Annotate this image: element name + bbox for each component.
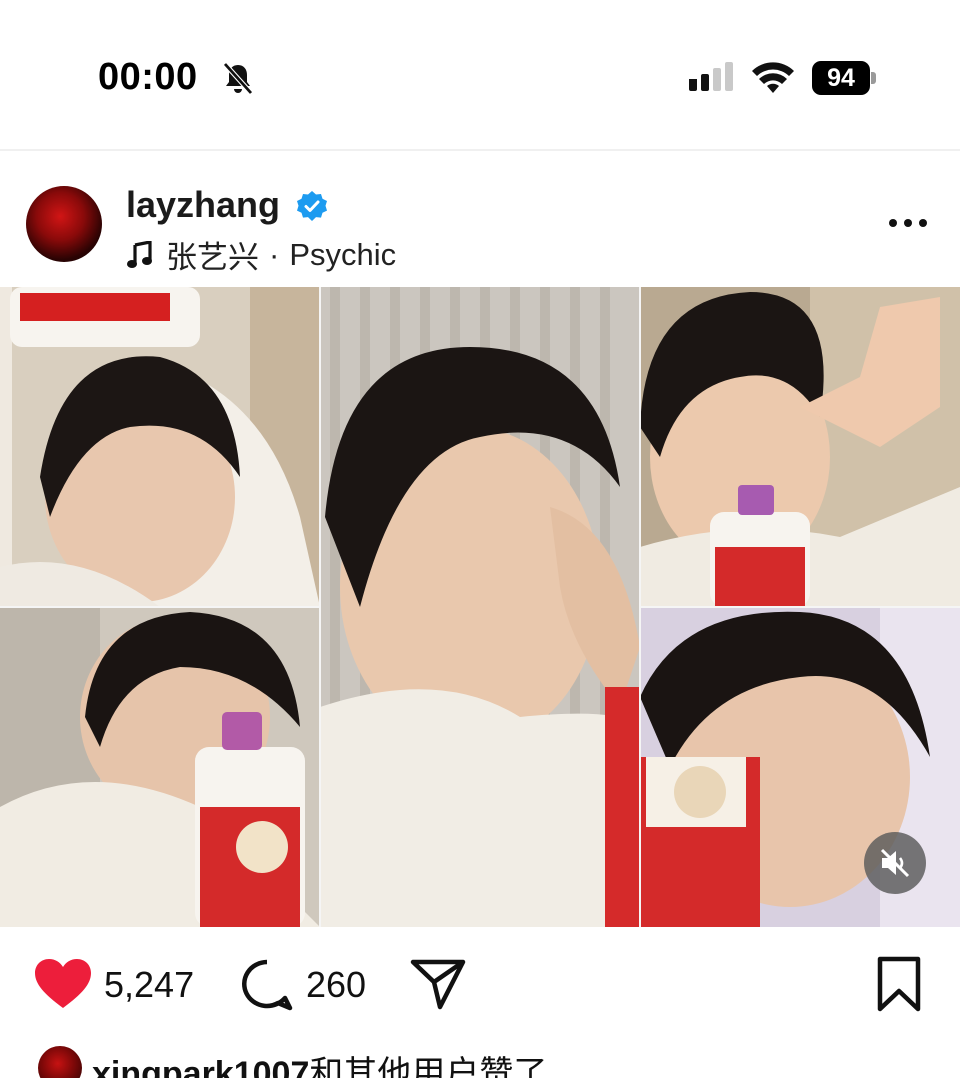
username[interactable]: layzhang [126, 184, 280, 226]
heart-icon[interactable] [34, 958, 92, 1010]
comment-count[interactable]: 260 [306, 964, 366, 1006]
audio-separator: · [269, 236, 280, 272]
audio-attribution[interactable]: 张艺兴 · Psychic [126, 232, 396, 277]
liker-avatar [38, 1046, 82, 1078]
mute-toggle-button[interactable] [864, 832, 926, 894]
photo-tile-1 [0, 287, 320, 607]
more-options-icon[interactable] [884, 208, 932, 238]
photo-tile-2 [0, 607, 320, 927]
comment-icon[interactable] [240, 958, 294, 1012]
liked-by-user[interactable]: xingpark1007 [92, 1055, 309, 1078]
bell-off-icon [223, 62, 253, 95]
status-bar: 00:00 94 [0, 0, 960, 150]
divider [0, 149, 960, 151]
collage-divider [640, 606, 960, 608]
status-time: 00:00 [98, 56, 198, 98]
liked-by-row[interactable]: xingpark1007和其他用户赞了 [0, 1040, 960, 1078]
share-icon[interactable] [410, 958, 466, 1010]
bookmark-icon[interactable] [876, 956, 922, 1012]
avatar[interactable] [26, 186, 102, 262]
collage-divider [0, 606, 320, 608]
battery-level: 94 [812, 61, 870, 95]
verified-badge-icon [297, 191, 327, 221]
post-actions: 5,247 260 [0, 940, 960, 1030]
photo-tile-4 [640, 287, 960, 607]
volume-muted-icon [880, 848, 910, 878]
liked-by-text: xingpark1007和其他用户赞了 [92, 1046, 547, 1078]
battery-cap [871, 72, 876, 84]
wifi-icon [752, 62, 794, 93]
cellular-signal-icon [689, 62, 733, 91]
photo-tile-3 [320, 287, 640, 927]
audio-track: Psychic [289, 236, 397, 272]
battery-icon: 94 [812, 61, 876, 95]
liked-by-suffix: 和其他用户赞了 [309, 1055, 548, 1078]
audio-artist: 张艺兴 [166, 240, 259, 275]
post-media[interactable] [0, 287, 960, 927]
music-note-icon [127, 240, 152, 268]
like-count[interactable]: 5,247 [104, 964, 194, 1006]
post-header: layzhang 张艺兴 · Psychic [0, 170, 960, 282]
